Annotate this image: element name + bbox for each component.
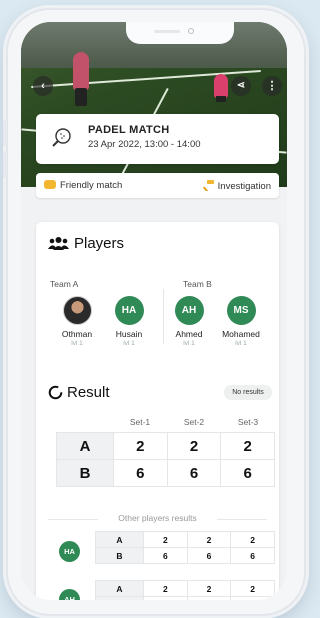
players-icon — [48, 237, 69, 250]
player-figure — [75, 88, 87, 106]
set-3-header: Set-3 — [237, 417, 259, 427]
player-husain[interactable]: HA Husain lvl 1 — [107, 296, 151, 347]
result-icon — [48, 385, 63, 400]
team-divider — [163, 289, 164, 344]
match-info-bar: Friendly match Investigation — [36, 173, 279, 198]
match-datetime: 23 Apr 2022, 13:00 - 14:00 — [88, 139, 201, 150]
table-row: B 6 6 6 — [95, 547, 275, 564]
match-title: PADEL MATCH — [88, 124, 170, 136]
phone-notch — [126, 22, 234, 44]
result-table: A 2 2 2 B 6 6 6 — [56, 432, 275, 487]
table-row: A 2 2 2 — [95, 580, 275, 597]
friendly-match-tag: Friendly match — [44, 180, 122, 191]
avatar: AH — [59, 589, 80, 600]
hammer-icon — [202, 180, 214, 191]
volume-down-button — [3, 152, 7, 178]
player-figure — [216, 96, 226, 102]
set-1-header: Set-1 — [129, 417, 151, 427]
more-options-button[interactable]: ⋮ — [262, 76, 282, 96]
table-row: B 6 6 6 — [95, 596, 275, 600]
avatar: HA — [114, 296, 144, 325]
players-heading: Players — [74, 235, 125, 252]
player-othman[interactable]: Othman lvl 1 — [55, 296, 99, 347]
back-button[interactable]: ‹ — [33, 76, 53, 96]
app-screen: ‹ ⋖ ⋮ PADEL MATCH 23 Apr 2022, 13:00 - 1… — [21, 22, 287, 600]
avatar: AH — [174, 296, 204, 325]
table-row: B 6 6 6 — [56, 459, 275, 487]
set-2-header: Set-2 — [183, 417, 205, 427]
match-details-card: Players Team A Team B Othman lvl 1 HA Hu… — [36, 222, 279, 600]
player-mohamed[interactable]: MS Mohamed lvl 1 — [219, 296, 263, 347]
volume-up-button — [3, 120, 7, 146]
table-row: A 2 2 2 — [56, 432, 275, 460]
other-results-label: Other players results — [118, 513, 197, 523]
other-result-table: A 2 2 2 B 6 6 6 — [95, 531, 275, 564]
avatar: MS — [226, 296, 256, 325]
player-figure — [214, 74, 228, 98]
avatar — [62, 296, 92, 325]
handshake-icon — [44, 180, 56, 189]
padel-racket-icon — [52, 128, 71, 147]
team-b-label: Team B — [183, 279, 212, 289]
player-figure — [73, 52, 89, 90]
investigation-tag[interactable]: Investigation — [202, 180, 271, 192]
avatar: HA — [59, 541, 80, 562]
player-ahmed[interactable]: AH Ahmed lvl 1 — [167, 296, 211, 347]
team-a-label: Team A — [50, 279, 79, 289]
share-button[interactable]: ⋖ — [231, 76, 251, 96]
other-result-table: A 2 2 2 B 6 6 6 — [95, 580, 275, 600]
table-row: A 2 2 2 — [95, 531, 275, 548]
result-heading: Result — [67, 384, 110, 401]
status-badge: No results — [224, 385, 272, 400]
match-header-card: PADEL MATCH 23 Apr 2022, 13:00 - 14:00 — [36, 114, 279, 164]
